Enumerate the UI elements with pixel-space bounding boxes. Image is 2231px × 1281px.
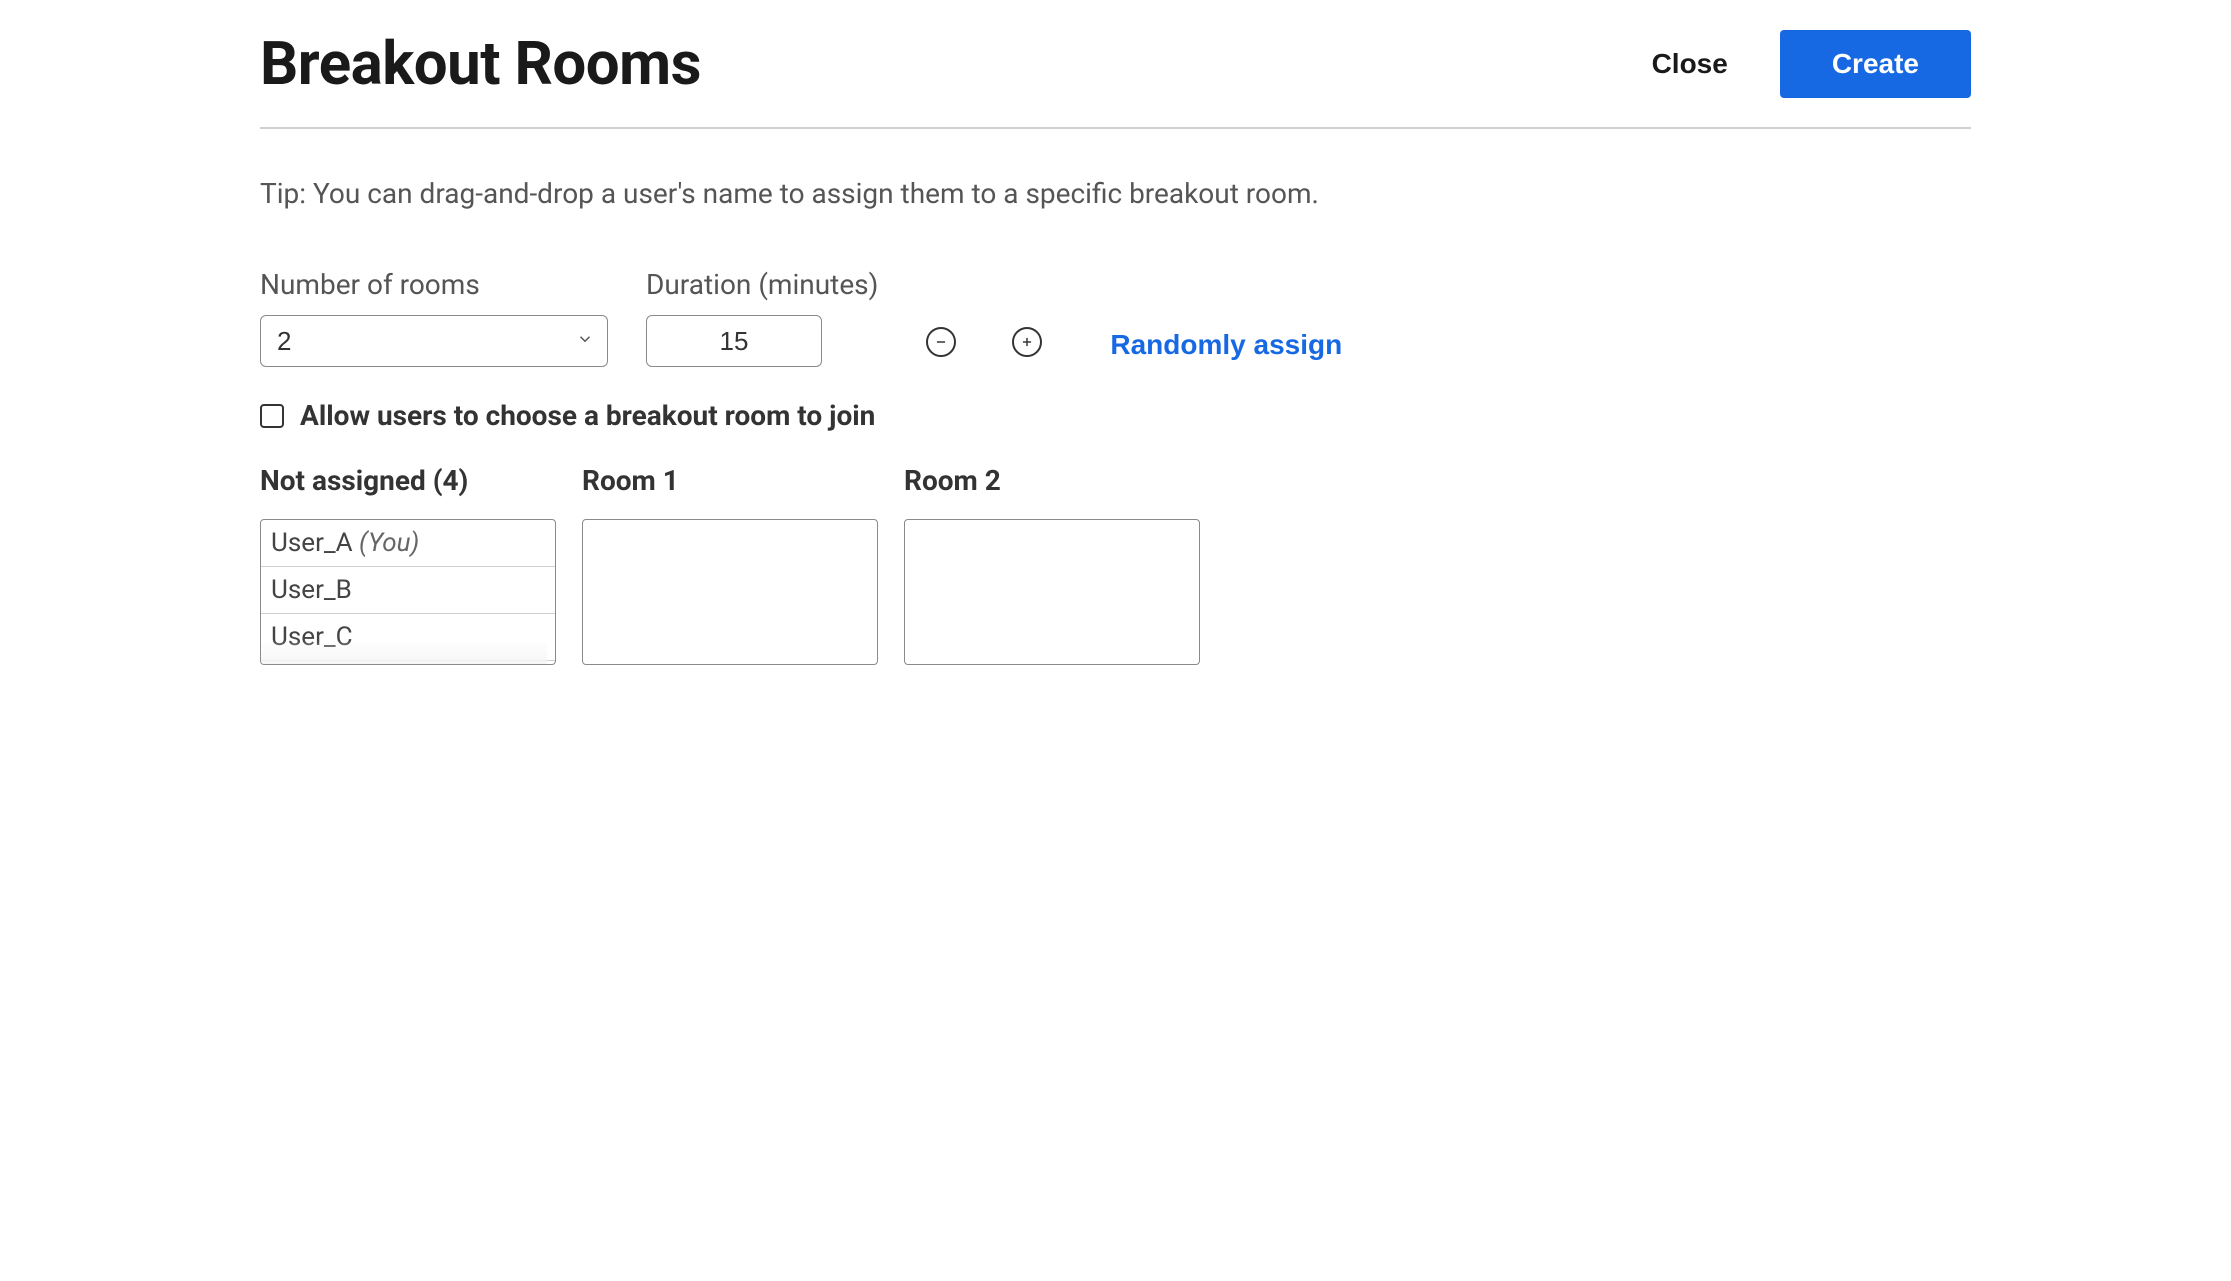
allow-choose-label: Allow users to choose a breakout room to… (300, 399, 875, 432)
room2-header: Room 2 (904, 464, 1200, 497)
rooms-select-wrap (260, 315, 608, 367)
plus-icon (1020, 335, 1034, 349)
not-assigned-listbox[interactable]: User_A (You) User_B User_C (260, 519, 556, 665)
dialog-header: Breakout Rooms Close Create (260, 28, 1971, 129)
duration-input[interactable] (646, 315, 822, 367)
user-name: User_A (271, 528, 353, 558)
random-assign-button[interactable]: Randomly assign (1110, 329, 1342, 361)
room1-listbox[interactable] (582, 519, 878, 665)
not-assigned-header: Not assigned (4) (260, 464, 556, 497)
minus-icon (934, 335, 948, 349)
close-button[interactable]: Close (1652, 48, 1728, 80)
user-item[interactable]: User_A (You) (261, 520, 555, 567)
header-actions: Close Create (1652, 30, 1971, 98)
duration-label: Duration (minutes) (646, 268, 878, 301)
user-name: User_C (271, 622, 353, 652)
page-title: Breakout Rooms (260, 28, 701, 99)
room1-header: Room 1 (582, 464, 878, 497)
duration-control: Duration (minutes) (646, 268, 878, 367)
rooms-row: Not assigned (4) User_A (You) User_B Use… (260, 464, 1971, 665)
decrement-button[interactable] (926, 327, 956, 357)
user-item[interactable]: User_B (261, 567, 555, 614)
user-name: User_B (271, 575, 352, 605)
allow-choose-row: Allow users to choose a breakout room to… (260, 399, 1971, 432)
rooms-select[interactable] (260, 315, 608, 367)
not-assigned-column: Not assigned (4) User_A (You) User_B Use… (260, 464, 556, 665)
you-suffix: (You) (359, 528, 419, 558)
allow-choose-checkbox[interactable] (260, 404, 284, 428)
rooms-control: Number of rooms (260, 268, 608, 367)
user-item[interactable]: User_C (261, 614, 555, 661)
increment-button[interactable] (1012, 327, 1042, 357)
room2-listbox[interactable] (904, 519, 1200, 665)
controls-row: Number of rooms Duration (minutes) (260, 268, 1971, 367)
duration-steppers (926, 327, 1042, 357)
room1-column: Room 1 (582, 464, 878, 665)
tip-text: Tip: You can drag-and-drop a user's name… (260, 177, 1971, 210)
rooms-label: Number of rooms (260, 268, 608, 301)
breakout-rooms-dialog: Breakout Rooms Close Create Tip: You can… (0, 0, 2231, 665)
create-button[interactable]: Create (1780, 30, 1971, 98)
room2-column: Room 2 (904, 464, 1200, 665)
